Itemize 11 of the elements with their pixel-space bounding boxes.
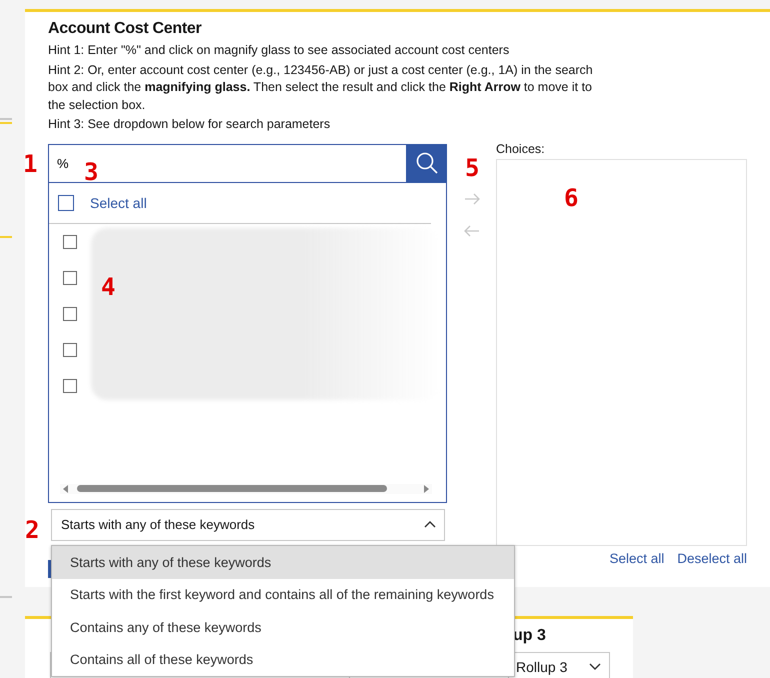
hint-text: Hint 2: Or, enter account cost center (e.g., 123456-AB) or just a cost center (e.g., 1A) in the search box and click the magnifying glass. Then select the result and click the Right Arrow to move it to the selection box. (48, 62, 594, 114)
section-title: Account Cost Center (48, 20, 202, 38)
annotation-number: 3 (84, 160, 98, 184)
choices-label: Choices: (496, 142, 546, 156)
annotation-number: 1 (23, 152, 38, 176)
annotation-number: 6 (564, 186, 578, 210)
hint-text: Hint 3: See dropdown below for search parameters (48, 116, 332, 133)
annotation-number: 2 (25, 518, 40, 542)
annotation-number: 5 (465, 156, 480, 180)
hint-text: Hint 1: Enter "%" and click on magnify glass to see associated account cost centers (48, 42, 510, 59)
annotation-number: 4 (101, 275, 116, 299)
